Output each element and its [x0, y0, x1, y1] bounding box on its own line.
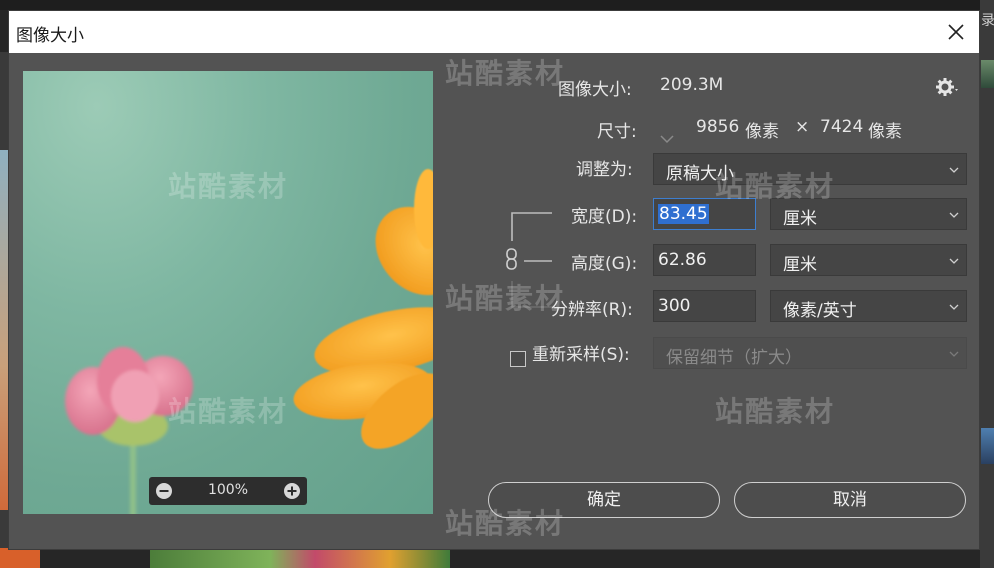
width-unit: 厘米 [783, 209, 817, 229]
width-label: 宽度(D): [571, 207, 638, 227]
dimensions-height: 7424 [820, 117, 864, 137]
resolution-input[interactable]: 300 [653, 290, 756, 322]
resolution-unit-dropdown[interactable]: 像素/英寸 [770, 290, 967, 322]
zoom-control: 100% [149, 477, 307, 505]
height-value: 62.86 [658, 250, 707, 270]
width-value: 83.45 [658, 204, 709, 224]
dimensions-width-unit: 像素 [745, 122, 779, 142]
watermark: 站酷素材 [445, 57, 566, 90]
chevron-down-icon [949, 167, 959, 173]
left-background-image [0, 150, 8, 510]
app-top-strip [0, 0, 994, 10]
chevron-down-icon [949, 212, 959, 218]
resample-method-dropdown: 保留细节（扩大） [653, 337, 967, 369]
dimensions-times: × [795, 117, 810, 137]
chevron-down-icon [949, 258, 959, 264]
resample-method: 保留细节（扩大） [666, 348, 802, 368]
height-unit-dropdown[interactable]: 厘米 [770, 244, 967, 276]
resolution-unit: 像素/英寸 [783, 301, 857, 321]
right-panel-thumbnail [981, 428, 994, 464]
dialog-title: 图像大小 [16, 26, 84, 46]
resolution-value: 300 [658, 296, 691, 316]
watermark: 站酷素材 [168, 170, 289, 203]
cancel-button[interactable]: 取消 [734, 482, 966, 518]
dimensions-width: 9856 [696, 117, 740, 137]
dimensions-label: 尺寸: [597, 122, 637, 142]
height-input[interactable]: 62.86 [653, 244, 756, 276]
watermark: 站酷素材 [715, 395, 836, 428]
image-preview[interactable]: 100% [23, 71, 433, 514]
chevron-down-icon[interactable] [657, 128, 677, 148]
right-panel-thumbnail [981, 60, 994, 88]
image-size-value: 209.3M [660, 75, 724, 95]
chevron-down-icon [949, 304, 959, 310]
chevron-down-icon [949, 351, 959, 357]
height-label: 高度(G): [571, 254, 638, 274]
background-image-fragment [0, 548, 40, 568]
resample-checkbox[interactable] [510, 351, 526, 367]
dialog-titlebar: 图像大小 [9, 11, 979, 53]
watermark: 站酷素材 [445, 507, 566, 540]
dimensions-height-unit: 像素 [868, 122, 902, 142]
watermark: 站酷素材 [168, 395, 289, 428]
resample-label[interactable]: 重新采样(S): [532, 340, 630, 365]
close-icon[interactable] [943, 19, 969, 45]
height-unit: 厘米 [783, 255, 817, 275]
right-panel-label: 录 [981, 13, 994, 29]
photoshop-workspace: 录 图像大小 100% 图像大小: 209.3M 尺寸: 9856 像素 × 7… [0, 0, 994, 568]
zoom-in-icon[interactable] [283, 482, 301, 500]
fit-to-label: 调整为: [576, 160, 633, 180]
preview-image [65, 169, 433, 514]
watermark: 站酷素材 [715, 170, 836, 203]
watermark: 站酷素材 [445, 282, 566, 315]
image-size-label: 图像大小: [558, 80, 632, 100]
background-image-fragment [150, 548, 450, 568]
gear-icon[interactable] [936, 77, 962, 97]
